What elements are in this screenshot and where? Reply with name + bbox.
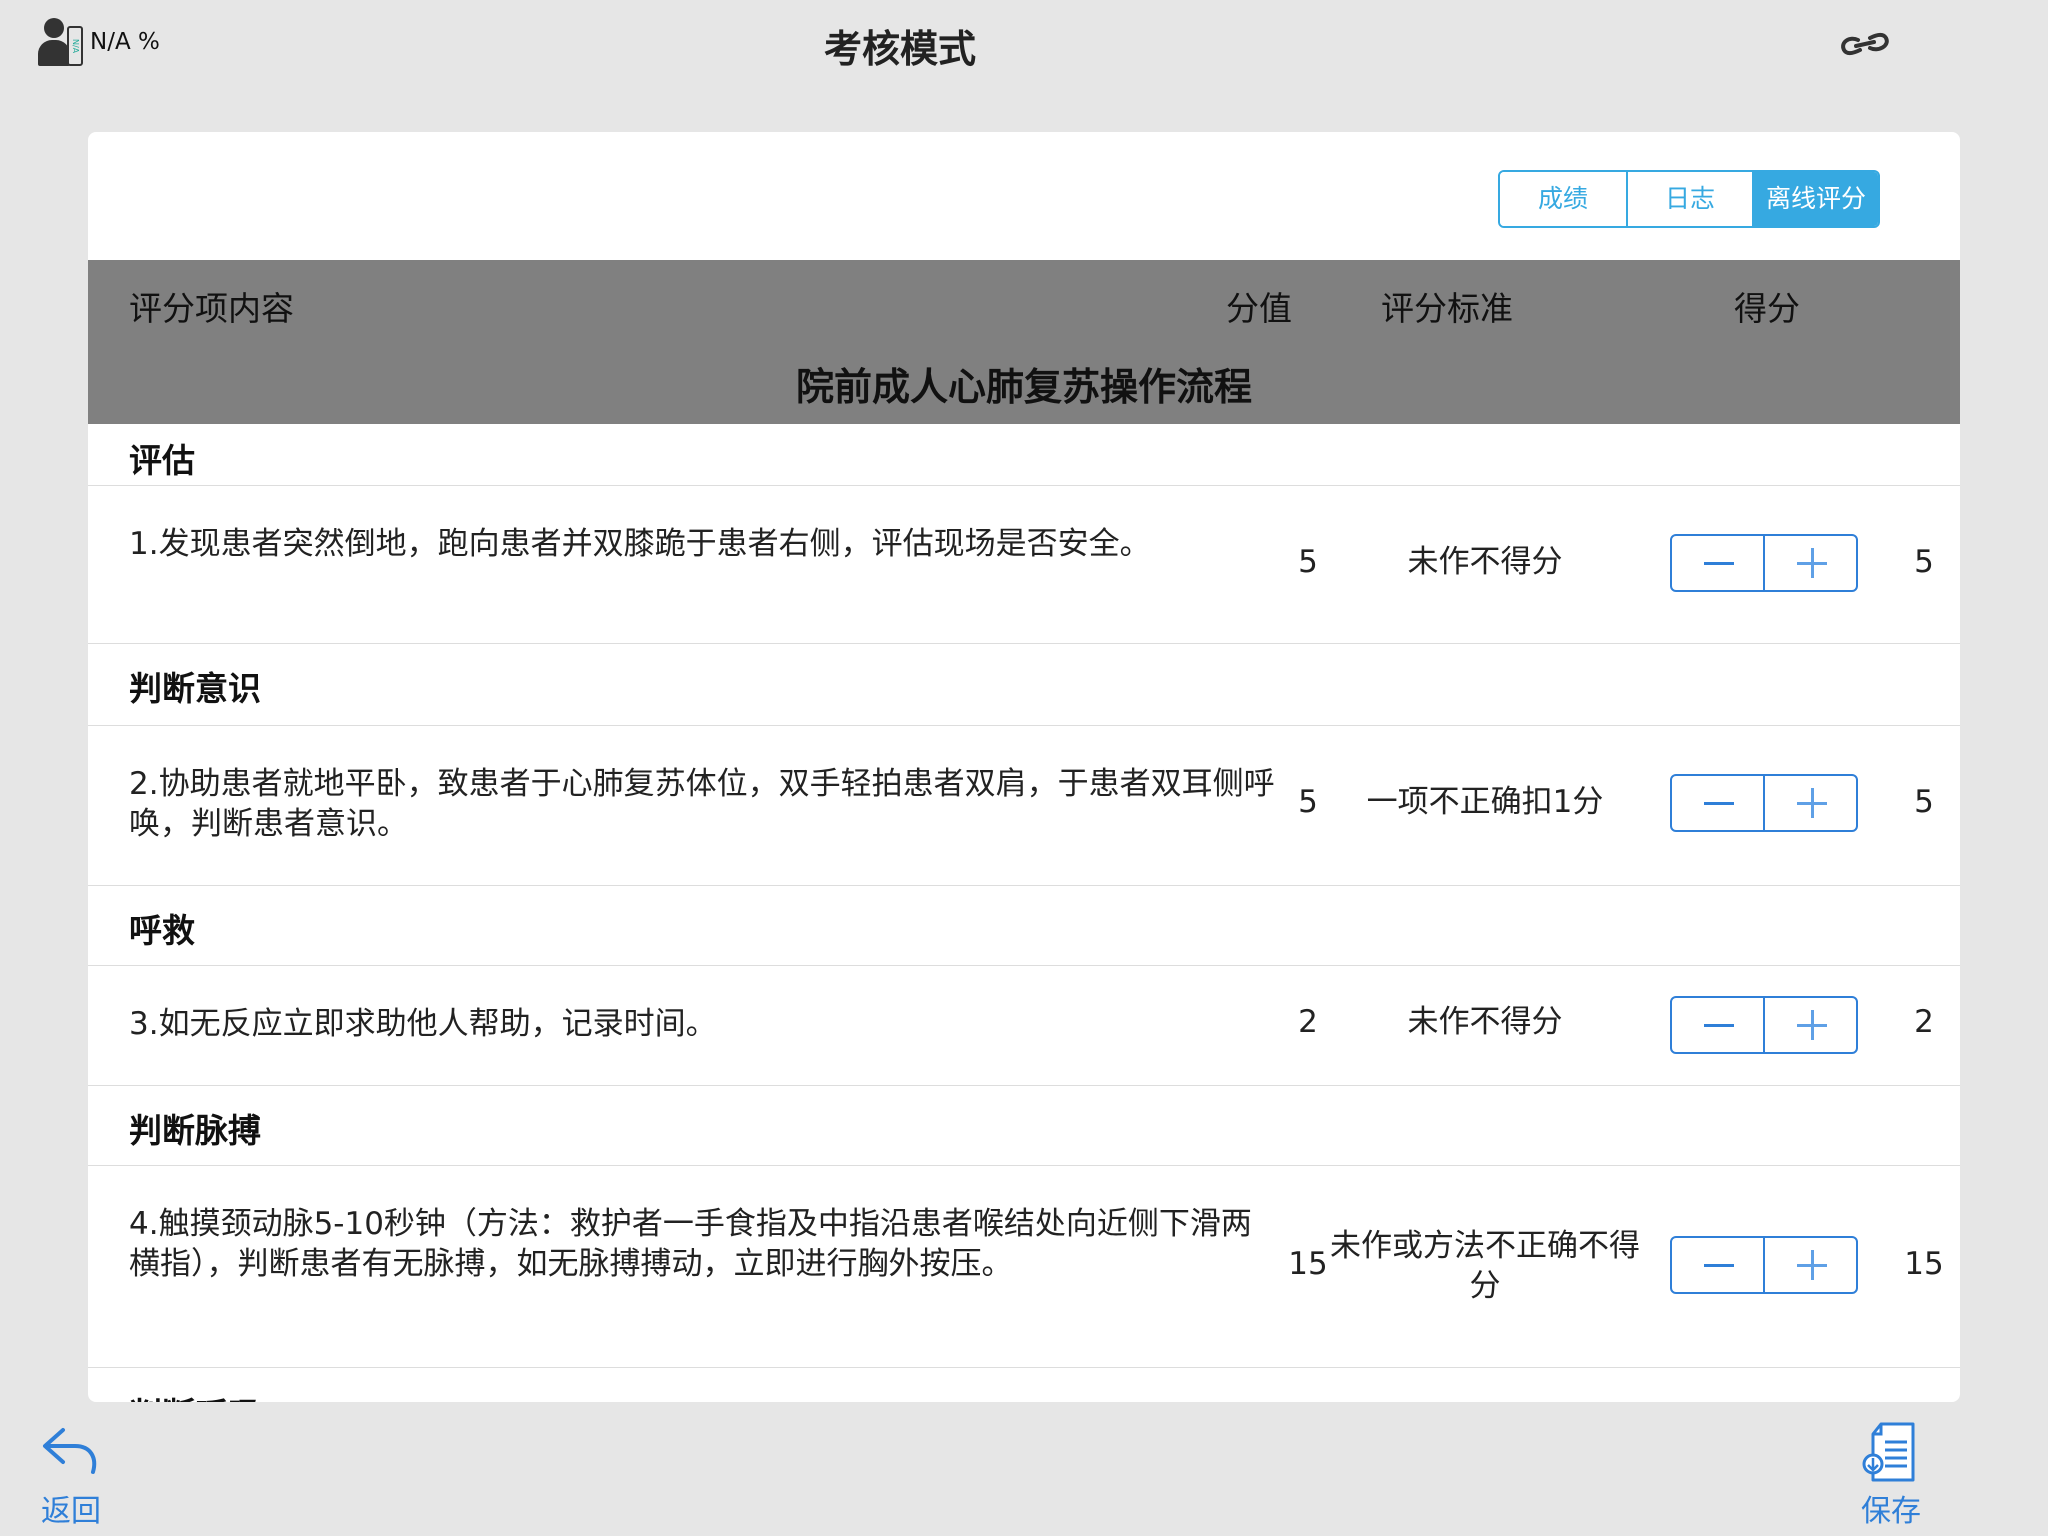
section-title: 院前成人心肺复苏操作流程: [795, 365, 1252, 409]
minus-icon: [1704, 562, 1734, 565]
category-title: 评估: [129, 441, 195, 480]
tab-log[interactable]: 日志: [1626, 172, 1752, 226]
item-score: 5: [1914, 784, 1934, 820]
table-row: 3.如无反应立即求助他人帮助，记录时间。 2 未作不得分 2: [88, 966, 1960, 1086]
category-title: 判断意识: [129, 669, 261, 708]
minus-icon: [1704, 802, 1734, 805]
item-text: 2.协助患者就地平卧，致患者于心肺复苏体位，双手轻拍患者双肩，于患者双耳侧呼唤，…: [129, 766, 1275, 842]
category-row: 判断意识: [88, 644, 1960, 726]
category-title: 呼救: [129, 911, 195, 950]
category-row: 呼救: [88, 886, 1960, 966]
category-row: 判断呼吸: [88, 1368, 1960, 1402]
item-score: 5: [1914, 544, 1934, 580]
tab-offline-scoring[interactable]: 离线评分: [1752, 172, 1878, 226]
back-arrow-icon: [43, 1428, 97, 1474]
item-standard: 一项不正确扣1分: [1366, 784, 1604, 820]
item-score: 15: [1904, 1246, 1944, 1282]
item-standard: 未作或方法不正确不得分: [1330, 1228, 1640, 1304]
score-stepper: [1670, 774, 1858, 832]
item-standard: 未作不得分: [1407, 1004, 1563, 1040]
minus-icon: [1704, 1024, 1734, 1027]
increment-button[interactable]: [1763, 536, 1856, 590]
view-tabs: 成绩 日志 离线评分: [1498, 170, 1880, 228]
back-button[interactable]: 返回: [36, 1424, 106, 1530]
table-row: 4.触摸颈动脉5-10秒钟（方法：救护者一手食指及中指沿患者喉结处向近侧下滑两横…: [88, 1166, 1960, 1368]
category-row: 判断脉搏: [88, 1086, 1960, 1166]
increment-button[interactable]: [1763, 1238, 1856, 1292]
save-button[interactable]: 保存: [1856, 1422, 1926, 1530]
increment-button[interactable]: [1763, 776, 1856, 830]
score-card: 成绩 日志 离线评分 评分项内容 分值 评分标准 得分 院前成人心肺复苏操作流程…: [88, 132, 1960, 1402]
item-text: 3.如无反应立即求助他人帮助，记录时间。: [129, 1006, 717, 1042]
tab-scores[interactable]: 成绩: [1500, 172, 1626, 226]
decrement-button[interactable]: [1672, 1238, 1763, 1292]
category-row: 评估: [88, 424, 1960, 486]
item-text: 1.发现患者突然倒地，跑向患者并双膝跪于患者右侧，评估现场是否安全。: [129, 526, 1151, 562]
save-document-icon: [1862, 1422, 1915, 1482]
save-label: 保存: [1861, 1494, 1921, 1529]
header-content: 评分项内容: [129, 289, 294, 328]
link-icon[interactable]: [1836, 28, 1894, 60]
category-title: 判断脉搏: [129, 1111, 261, 1150]
score-stepper: [1670, 1236, 1858, 1294]
table-row: 1.发现患者突然倒地，跑向患者并双膝跪于患者右侧，评估现场是否安全。 5 未作不…: [88, 486, 1960, 644]
header-score: 得分: [1734, 289, 1800, 328]
decrement-button[interactable]: [1672, 536, 1763, 590]
table-row: 2.协助患者就地平卧，致患者于心肺复苏体位，双手轻拍患者双肩，于患者双耳侧呼唤，…: [88, 726, 1960, 886]
score-rows: 评估 1.发现患者突然倒地，跑向患者并双膝跪于患者右侧，评估现场是否安全。 5 …: [88, 424, 1960, 1402]
item-text: 4.触摸颈动脉5-10秒钟（方法：救护者一手食指及中指沿患者喉结处向近侧下滑两横…: [129, 1206, 1252, 1282]
score-stepper: [1670, 534, 1858, 592]
item-standard: 未作不得分: [1407, 544, 1563, 580]
top-bar: N/A N/A % 考核模式: [0, 0, 2048, 90]
back-label: 返回: [41, 1494, 101, 1529]
category-title: 判断呼吸: [129, 1388, 261, 1402]
page-title: 考核模式: [823, 27, 976, 71]
decrement-button[interactable]: [1672, 998, 1763, 1052]
header-value: 分值: [1226, 289, 1292, 328]
minus-icon: [1704, 1264, 1734, 1267]
item-score: 2: [1914, 1004, 1934, 1040]
header-standard: 评分标准: [1381, 289, 1513, 328]
decrement-button[interactable]: [1672, 776, 1763, 830]
increment-button[interactable]: [1763, 998, 1856, 1052]
score-stepper: [1670, 996, 1858, 1054]
